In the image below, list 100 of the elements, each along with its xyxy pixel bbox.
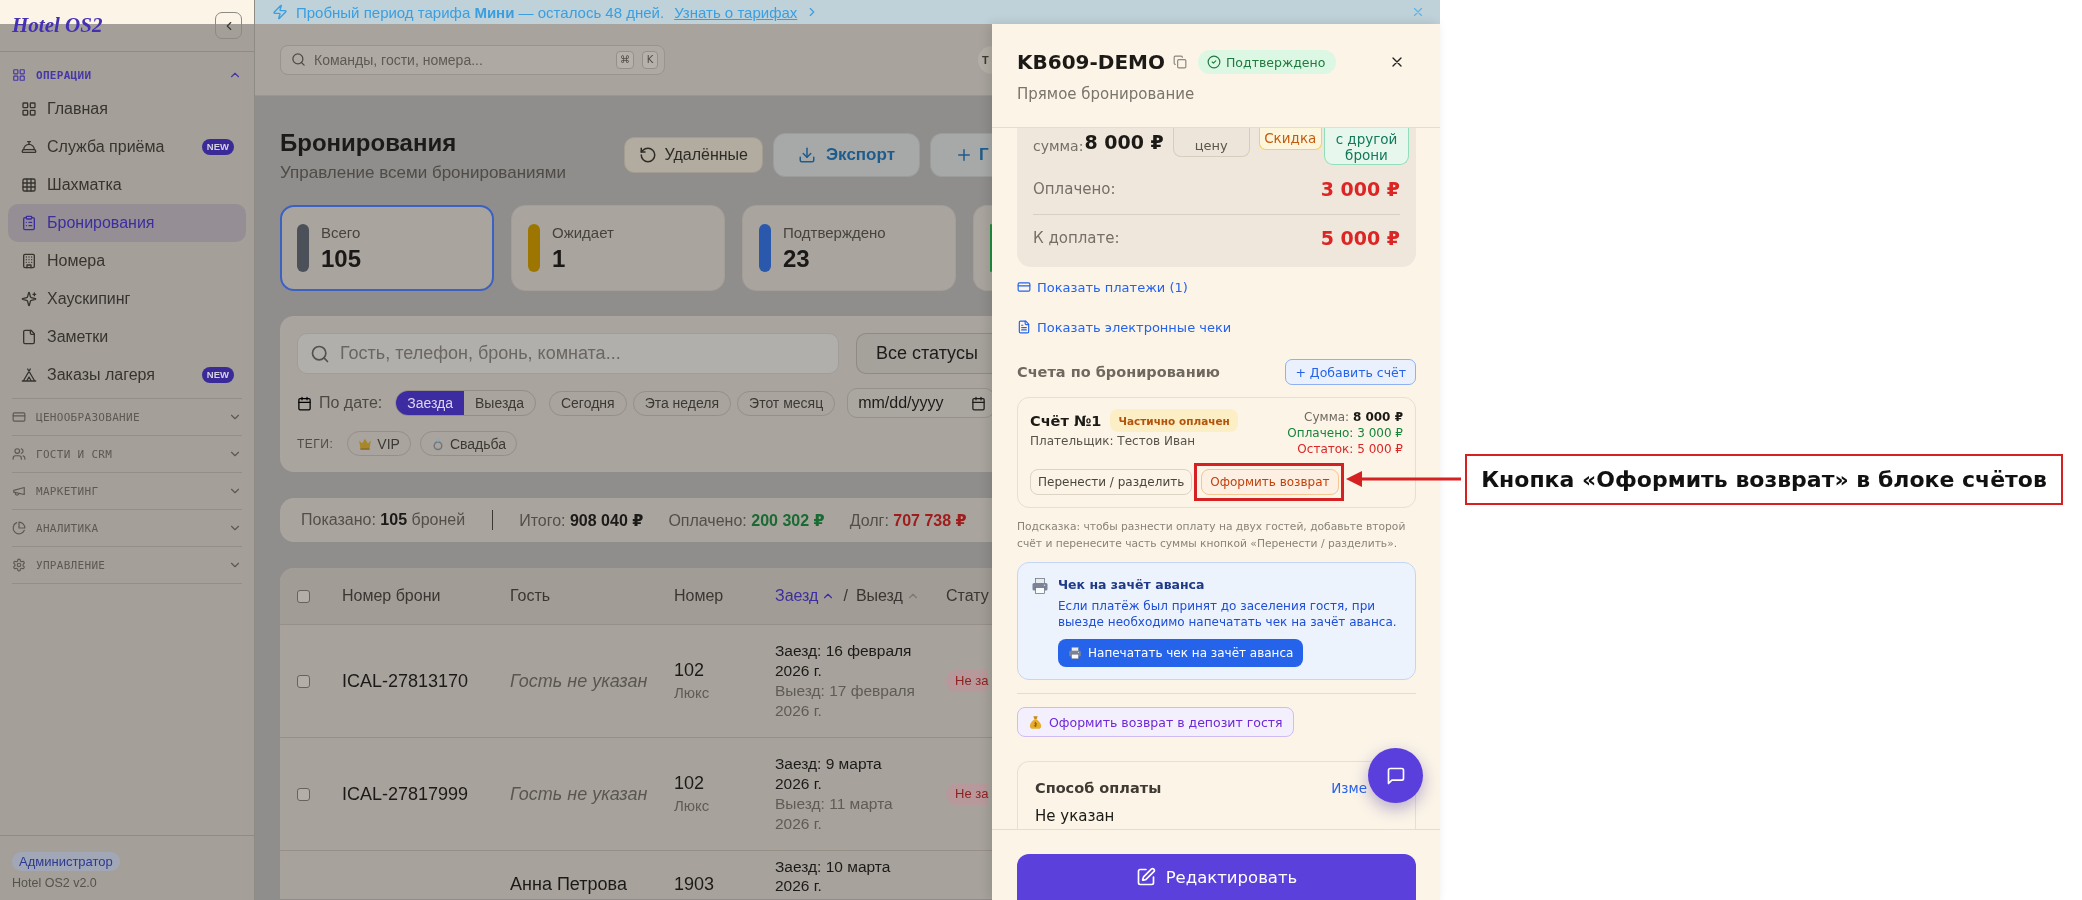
grid-icon	[12, 68, 26, 82]
due-label: К доплате:	[1033, 229, 1120, 247]
check-in-date: Заезд: 9 марта 2026 г.	[775, 754, 883, 794]
print-button[interactable]: Напечатать чек на зачёт аванса	[1058, 639, 1304, 667]
stat-card[interactable]: Ожидает 1	[511, 205, 725, 291]
change-price-button[interactable]: цену	[1172, 128, 1250, 157]
summary-text: Итого: 908 040 ₽	[519, 510, 644, 530]
card-icon	[12, 410, 26, 424]
stat-card[interactable]: Подтверждено 23	[742, 205, 956, 291]
role-badge: Администратор	[12, 852, 120, 871]
shortcut-key: K	[642, 50, 658, 69]
tent-icon	[21, 367, 37, 383]
payment-title: Способ оплаты	[1035, 780, 1162, 796]
clipboard-icon	[21, 215, 37, 231]
total-label: сумма:	[1033, 137, 1084, 156]
date-label: По дате:	[319, 394, 383, 412]
notice-text: Если платёж был принят до заселения гостя, при выезде необходимо напечатать чек на зачёт аванса.	[1058, 598, 1398, 630]
create-button[interactable]: Г	[930, 133, 992, 177]
invoice-rest: Остаток: 5 000 ₽	[1296, 441, 1403, 457]
money-bag-icon	[1028, 714, 1043, 730]
edit-button[interactable]: Редактировать	[1017, 854, 1416, 900]
nav-section[interactable]: ГОСТИ И CRM	[12, 436, 242, 472]
check-circle-icon	[1206, 55, 1221, 69]
date-field[interactable]: mm/dd/yyyy	[847, 388, 992, 418]
booking-title: KB609-DEMO	[1017, 50, 1165, 74]
status-select[interactable]: Все статусы	[856, 333, 992, 374]
summary-text: Показано: 105 броней	[301, 511, 466, 529]
room-type: Люкс	[674, 683, 710, 703]
search-icon	[310, 343, 330, 364]
guest-name: Гость не указан	[510, 670, 648, 691]
chat-button[interactable]	[1368, 748, 1423, 803]
stat-label: Ожидает	[552, 223, 614, 242]
nav-section[interactable]: МАРКЕТИНГ	[12, 473, 242, 509]
select-all-checkbox[interactable]	[297, 589, 310, 603]
search-icon	[291, 52, 306, 67]
version-text: Hotel OS2 v2.0	[12, 876, 98, 890]
date-input[interactable]: mm/dd/yyyy	[858, 394, 972, 412]
callout-box: Кнопка «Оформить возврат» в блоке счётов	[1465, 454, 2063, 505]
row-checkbox[interactable]	[297, 787, 310, 801]
add-invoice-button[interactable]: + Добавить счёт	[1285, 359, 1416, 385]
show-link[interactable]: Показать платежи (1)	[1017, 277, 1188, 297]
room-number: 102	[674, 659, 705, 681]
printer-icon	[1068, 646, 1082, 660]
check-out-date: Выезд: 17 февраля 2026 г.	[775, 681, 915, 721]
nav-section[interactable]: УПРАВЛЕНИЕ	[12, 547, 242, 583]
neutral-button[interactable]: Перенести / разделить	[1030, 469, 1193, 495]
refund-button[interactable]: Оформить возврат	[1201, 469, 1339, 495]
nav-item[interactable]: Хаускипинг	[8, 280, 246, 318]
guest-name: Гость не указан	[510, 783, 648, 804]
search-field[interactable]: Команды, гости, номера... ⌘ K	[280, 44, 665, 75]
plus-icon	[955, 146, 973, 164]
transfer-button[interactable]: с другой брони	[1324, 128, 1409, 165]
nav-section[interactable]: ЦЕНООБРАЗОВАНИЕ	[12, 399, 242, 435]
rotate-icon	[638, 146, 657, 164]
deleted-button[interactable]: Удалённые	[623, 137, 763, 173]
document-icon	[1017, 320, 1031, 334]
table-grid-icon	[21, 177, 37, 193]
invoice-status-badge: Частично оплачен	[1110, 409, 1238, 432]
nav-section[interactable]: АНАЛИТИКА	[12, 510, 242, 546]
nav-item[interactable]: Номера	[8, 242, 246, 280]
search-input[interactable]: Гость, телефон, бронь, комната...	[340, 343, 838, 364]
summary-text: Долг: 707 738 ₽	[849, 510, 967, 530]
column-header: Гость	[510, 587, 551, 604]
shortcut-key: ⌘	[616, 50, 634, 69]
column-header: Стату	[946, 587, 989, 604]
export-button[interactable]: Экспорт	[773, 133, 920, 177]
collapse-button[interactable]	[215, 12, 242, 39]
bell-icon	[21, 139, 37, 155]
status-badge: Не за	[946, 783, 989, 805]
change-link[interactable]: Изме	[1331, 780, 1367, 796]
nav-item[interactable]: Заметки	[8, 318, 246, 356]
sort-header[interactable]: Заезд	[775, 587, 836, 605]
segment-tab[interactable]: Заезда	[396, 391, 464, 415]
total-amount: 8 000 ₽	[1084, 130, 1164, 154]
nav-item[interactable]: Заказы лагеря NEW	[8, 356, 246, 394]
room-number: 1903	[674, 873, 715, 895]
status-badge: Не за	[946, 670, 989, 692]
segment-tab[interactable]: Выезда	[464, 391, 535, 415]
search-field[interactable]: Гость, телефон, бронь, комната...	[297, 333, 839, 374]
nav-section[interactable]: ОПЕРАЦИИ	[12, 60, 242, 90]
room-number: 102	[674, 772, 705, 794]
grid-icon	[21, 101, 37, 117]
deposit-refund-button[interactable]: Оформить возврат в депозит гостя	[1017, 707, 1294, 737]
sort-header[interactable]: Выезд	[855, 587, 920, 605]
page-subtitle: Управление всеми бронированиями	[280, 162, 566, 183]
show-link[interactable]: Показать электронные чеки	[1017, 317, 1232, 337]
row-checkbox[interactable]	[297, 674, 310, 688]
stat-card[interactable]: Всего 105	[280, 205, 494, 291]
search-input[interactable]: Команды, гости, номера...	[314, 51, 608, 68]
avatar[interactable]: Т	[978, 45, 992, 74]
room-type: Люкс	[674, 796, 710, 816]
nav-item[interactable]: Бронирования	[8, 204, 246, 242]
stat-card[interactable]	[973, 205, 992, 291]
copy-icon[interactable]	[1172, 55, 1187, 69]
nav-item[interactable]: Служба приёма NEW	[8, 128, 246, 166]
check-in-date: Заезд: 16 февраля 2026 г.	[775, 641, 913, 681]
nav-item[interactable]: Главная	[8, 90, 246, 128]
nav-item[interactable]: Шахматка	[8, 166, 246, 204]
payment-value: Не указан	[1035, 807, 1116, 825]
discount-tag[interactable]: Скидка	[1258, 128, 1322, 150]
